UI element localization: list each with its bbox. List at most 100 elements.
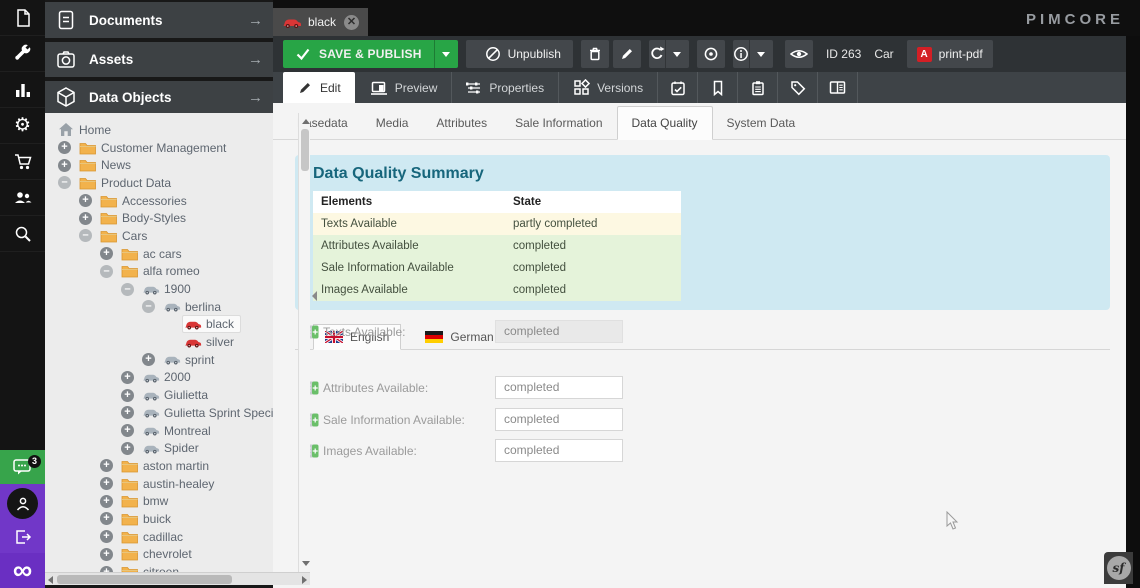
panel-calendar-button[interactable] xyxy=(658,72,698,103)
print-pdf-button[interactable]: A print-pdf xyxy=(907,40,993,68)
tree-item-customer-management[interactable]: +Customer Management xyxy=(45,139,273,157)
tree-expander-plus-icon[interactable]: + xyxy=(79,212,99,225)
tree-item-black[interactable]: black xyxy=(45,316,273,334)
tree-item-chevrolet[interactable]: +chevrolet xyxy=(45,546,273,564)
tree-expander-minus-icon[interactable]: – xyxy=(79,229,99,242)
tree-item-cadillac[interactable]: +cadillac xyxy=(45,528,273,546)
rail-gear-button[interactable]: ⚙ xyxy=(0,108,45,144)
panel-tab-preview[interactable]: Preview xyxy=(356,72,453,103)
tree-item-1900[interactable]: –1900 xyxy=(45,280,273,298)
scroll-right-icon[interactable] xyxy=(302,576,307,584)
logout-button[interactable] xyxy=(0,522,45,552)
object-tab-sale-information[interactable]: Sale Information xyxy=(501,107,616,139)
tree-item-sprint[interactable]: +sprint xyxy=(45,351,273,369)
tree-item-2000[interactable]: +2000 xyxy=(45,369,273,387)
reload-button[interactable] xyxy=(649,40,689,68)
tree-expander-minus-icon[interactable]: – xyxy=(58,176,78,189)
sidebar-collapse-handle[interactable] xyxy=(311,288,318,304)
rail-cart-button[interactable] xyxy=(0,144,45,180)
panel-layout-button[interactable] xyxy=(818,72,858,103)
tree-expander-plus-icon[interactable]: + xyxy=(100,459,120,472)
language-tab-german[interactable]: German xyxy=(413,324,505,350)
tree-item-home[interactable]: Home xyxy=(45,121,273,139)
rail-search-button[interactable] xyxy=(0,216,45,252)
tree-expander-plus-icon[interactable]: + xyxy=(121,406,141,419)
tree-expander-plus-icon[interactable]: + xyxy=(121,424,141,437)
tree-horizontal-scrollbar[interactable] xyxy=(45,572,310,585)
tree-item-bmw[interactable]: +bmw xyxy=(45,492,273,510)
tree-expander-plus-icon[interactable]: + xyxy=(100,247,120,260)
tree-item-citroen[interactable]: +citroen xyxy=(45,563,273,572)
tree-expander-minus-icon[interactable]: – xyxy=(121,283,141,296)
tree-expander-plus-icon[interactable]: + xyxy=(100,495,120,508)
tree-expander-plus-icon[interactable]: + xyxy=(58,141,78,154)
tree-item-berlina[interactable]: –berlina xyxy=(45,298,273,316)
tree-item-montreal[interactable]: +Montreal xyxy=(45,422,273,440)
rail-bar-chart-button[interactable] xyxy=(0,72,45,108)
tree-item-news[interactable]: +News xyxy=(45,156,273,174)
field-value-input[interactable]: completed xyxy=(495,320,623,343)
tree-item-aston-martin[interactable]: +aston martin xyxy=(45,457,273,475)
tree-expander-minus-icon[interactable]: – xyxy=(100,265,120,278)
panel-bookmark-button[interactable] xyxy=(698,72,738,103)
tree-item-body-styles[interactable]: +Body-Styles xyxy=(45,209,273,227)
rail-document-button[interactable] xyxy=(0,0,45,36)
object-tab-basedata[interactable]: Basedata xyxy=(283,107,362,139)
field-value-input[interactable]: completed xyxy=(495,376,623,399)
scroll-up-icon[interactable] xyxy=(302,119,310,124)
tree-expander-minus-icon[interactable]: – xyxy=(142,300,162,313)
rail-wrench-button[interactable] xyxy=(0,36,45,72)
tree-item-alfa-romeo[interactable]: –alfa romeo xyxy=(45,263,273,281)
save-dropdown-caret[interactable] xyxy=(434,40,458,68)
field-value-input[interactable]: completed xyxy=(495,439,623,462)
tree-expander-plus-icon[interactable]: + xyxy=(121,371,141,384)
tree-expander-plus-icon[interactable]: + xyxy=(100,512,120,525)
panel-tab-edit[interactable]: Edit xyxy=(283,72,355,103)
chat-button[interactable]: 3 xyxy=(0,450,45,484)
accordion-documents[interactable]: Documents→ xyxy=(45,2,273,38)
pimcore-infinity-logo[interactable]: ∞ xyxy=(0,553,45,588)
info-dropdown-caret[interactable] xyxy=(749,40,773,68)
symfony-profiler-badge[interactable]: sf xyxy=(1104,552,1133,584)
object-tab-attributes[interactable]: Attributes xyxy=(422,107,501,139)
tree-expander-plus-icon[interactable]: + xyxy=(142,353,162,366)
panel-tab-versions[interactable]: Versions xyxy=(559,72,658,103)
open-object-tab-black[interactable]: black ✕ xyxy=(273,8,368,36)
tree-item-buick[interactable]: +buick xyxy=(45,510,273,528)
open-preview-button[interactable] xyxy=(785,40,813,68)
accordion-data-objects[interactable]: Data Objects→ xyxy=(45,81,273,113)
tree-item-austin-healey[interactable]: +austin-healey xyxy=(45,475,273,493)
close-tab-icon[interactable]: ✕ xyxy=(344,15,359,30)
panel-tab-properties[interactable]: Properties xyxy=(452,72,559,103)
tree-expander-plus-icon[interactable]: + xyxy=(58,159,78,172)
tree-item-spider[interactable]: +Spider xyxy=(45,439,273,457)
tree-item-gulietta-sprint-specia[interactable]: +Gulietta Sprint Specia xyxy=(45,404,273,422)
tree-expander-plus-icon[interactable]: + xyxy=(100,548,120,561)
tree-expander-plus-icon[interactable]: + xyxy=(100,530,120,543)
unpublish-button[interactable]: Unpublish xyxy=(466,40,573,68)
panel-tag-button[interactable] xyxy=(778,72,818,103)
object-tab-data-quality[interactable]: Data Quality xyxy=(617,106,713,140)
scroll-down-icon[interactable] xyxy=(302,561,310,566)
field-value-input[interactable]: completed xyxy=(495,408,623,431)
save-publish-button[interactable]: SAVE & PUBLISH xyxy=(283,40,458,68)
scrollbar-thumb[interactable] xyxy=(57,575,232,584)
object-tab-system-data[interactable]: System Data xyxy=(713,107,810,139)
object-tab-media[interactable]: Media xyxy=(362,107,423,139)
user-avatar-button[interactable] xyxy=(7,488,38,519)
tree-vertical-scrollbar[interactable] xyxy=(298,113,310,572)
tree-item-silver[interactable]: silver xyxy=(45,333,273,351)
accordion-assets[interactable]: Assets→ xyxy=(45,42,273,77)
tree-expander-plus-icon[interactable]: + xyxy=(121,442,141,455)
rail-users-button[interactable] xyxy=(0,180,45,216)
tree-item-ac-cars[interactable]: +ac cars xyxy=(45,245,273,263)
tree-item-accessories[interactable]: +Accessories xyxy=(45,192,273,210)
panel-clipboard-button[interactable] xyxy=(738,72,778,103)
locate-in-tree-button[interactable] xyxy=(697,40,725,68)
scrollbar-thumb[interactable] xyxy=(301,129,309,171)
tree-item-giulietta[interactable]: +Giulietta xyxy=(45,386,273,404)
tree-item-product-data[interactable]: –Product Data xyxy=(45,174,273,192)
tree-item-cars[interactable]: –Cars xyxy=(45,227,273,245)
delete-button[interactable] xyxy=(581,40,609,68)
tree-expander-plus-icon[interactable]: + xyxy=(79,194,99,207)
